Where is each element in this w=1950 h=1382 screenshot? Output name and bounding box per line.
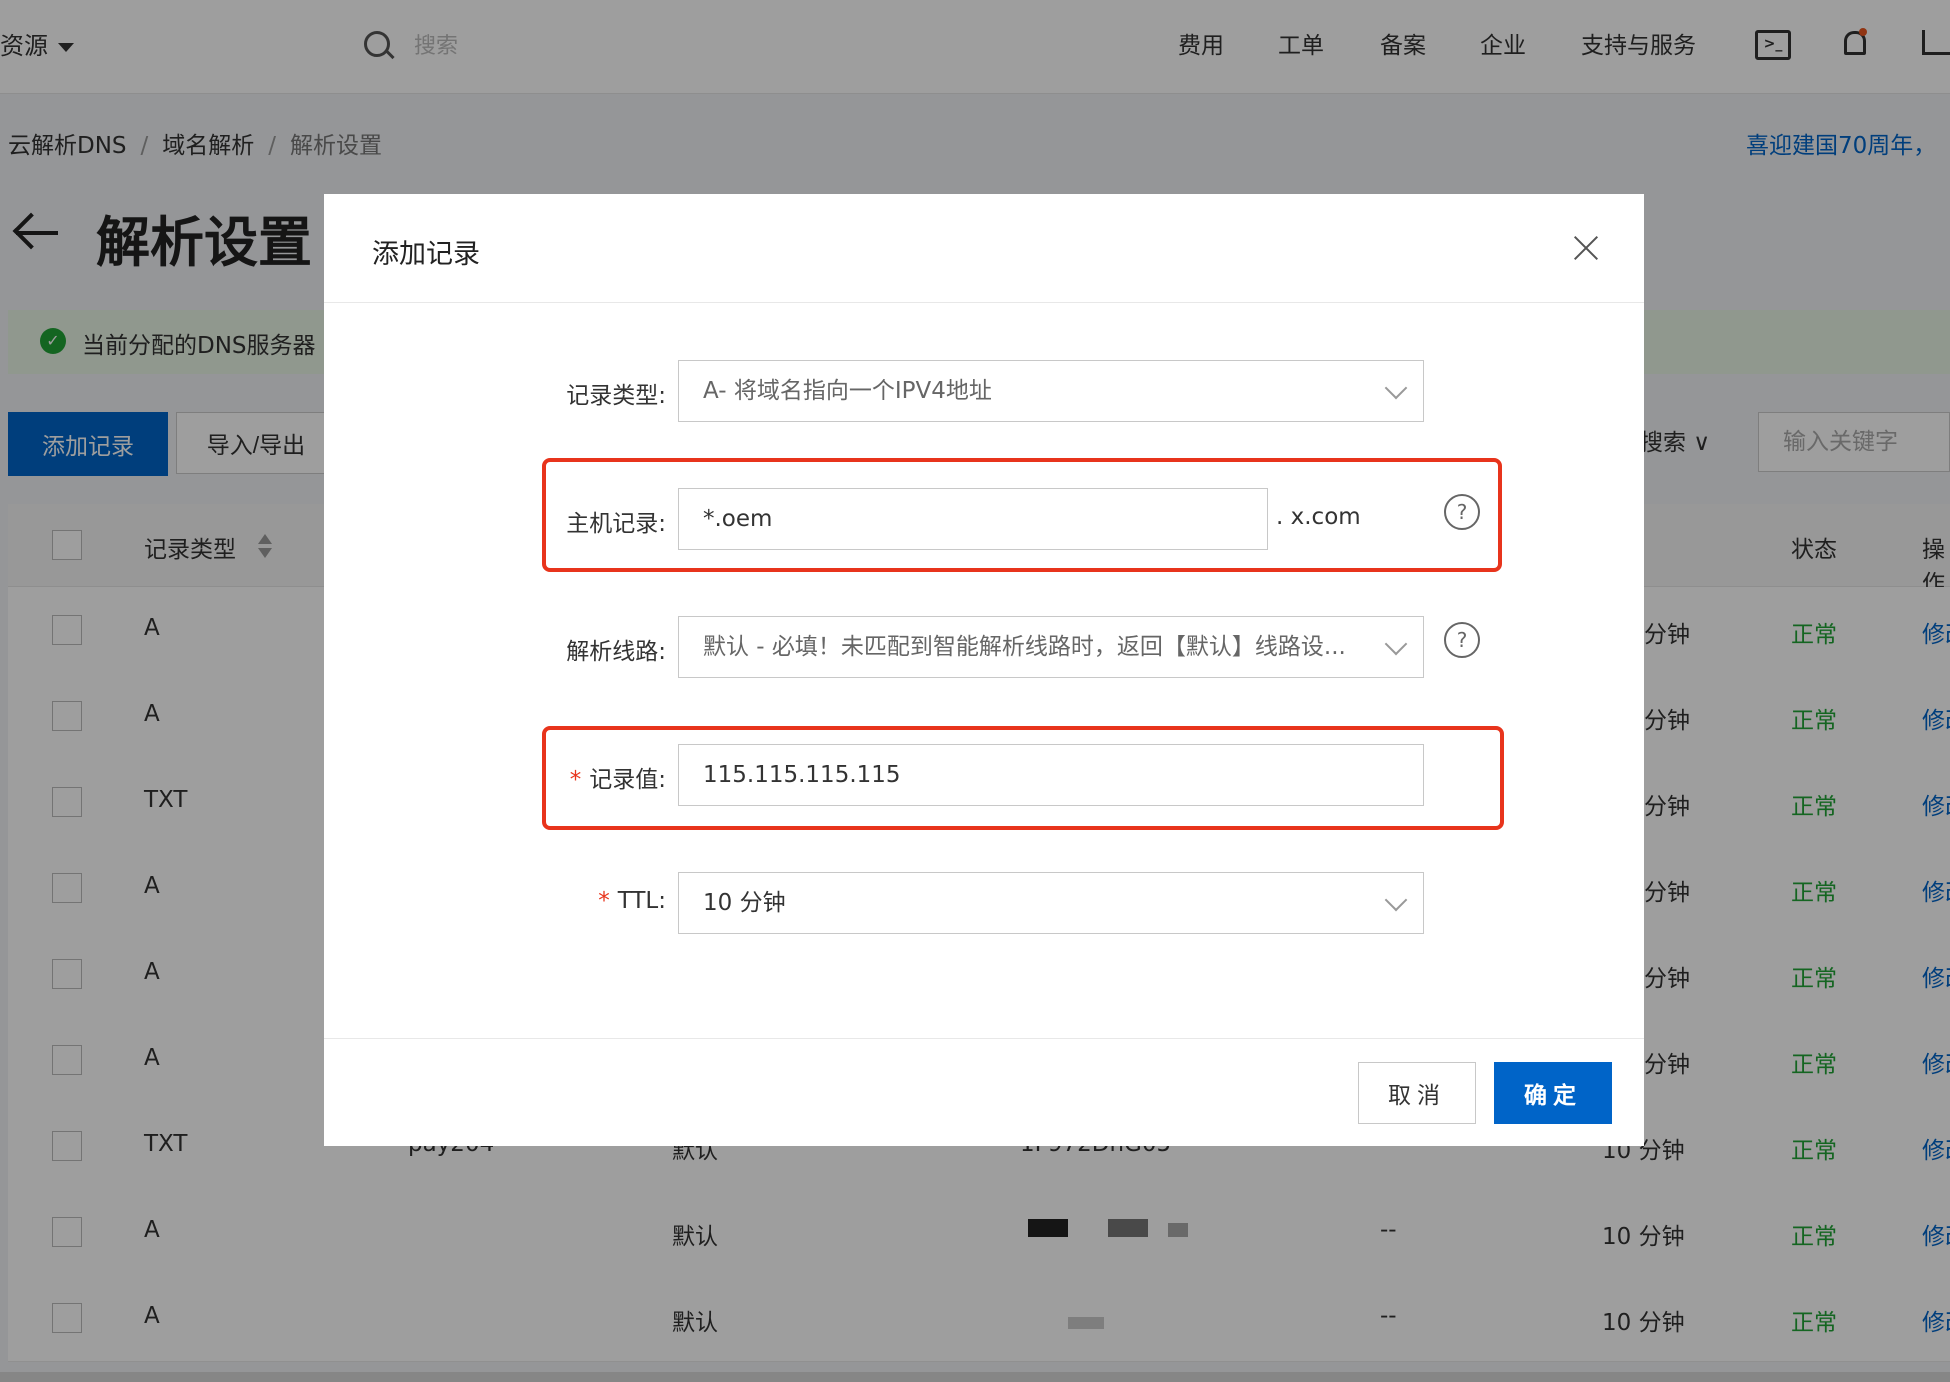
cancel-button[interactable]: 取消: [1358, 1062, 1476, 1124]
record-type-select[interactable]: A- 将域名指向一个IPV4地址: [678, 360, 1424, 422]
help-icon[interactable]: ?: [1444, 494, 1480, 530]
confirm-button[interactable]: 确定: [1494, 1062, 1612, 1124]
ttl-select[interactable]: 10 分钟: [678, 872, 1424, 934]
record-value-input[interactable]: 115.115.115.115: [678, 744, 1424, 806]
add-record-dialog: 添加记录 记录类型: A- 将域名指向一个IPV4地址 主机记录: *.oem …: [324, 194, 1644, 1146]
required-mark: *: [569, 767, 582, 793]
line-select[interactable]: 默认 - 必填！未匹配到智能解析线路时，返回【默认】线路设...: [678, 616, 1424, 678]
domain-suffix: . x.com: [1276, 504, 1361, 530]
record-value-label-text: 记录值:: [589, 767, 666, 793]
ttl-label-text: TTL:: [617, 888, 666, 914]
help-icon[interactable]: ?: [1444, 622, 1480, 658]
record-type-label: 记录类型:: [566, 383, 666, 409]
record-type-value: A- 将域名指向一个IPV4地址: [703, 378, 992, 404]
line-value: 默认 - 必填！未匹配到智能解析线路时，返回【默认】线路设...: [703, 634, 1346, 660]
ttl-value: 10 分钟: [703, 890, 786, 916]
host-input[interactable]: *.oem: [678, 488, 1268, 550]
record-value-label: * 记录值:: [506, 760, 666, 794]
dialog-title: 添加记录: [372, 239, 480, 270]
dialog-header: 添加记录: [324, 194, 1644, 303]
close-icon[interactable]: [1572, 234, 1600, 262]
required-mark: *: [598, 888, 610, 914]
line-label: 解析线路:: [566, 639, 666, 665]
ttl-label: * TTL:: [506, 888, 666, 914]
host-label: 主机记录:: [566, 511, 666, 537]
